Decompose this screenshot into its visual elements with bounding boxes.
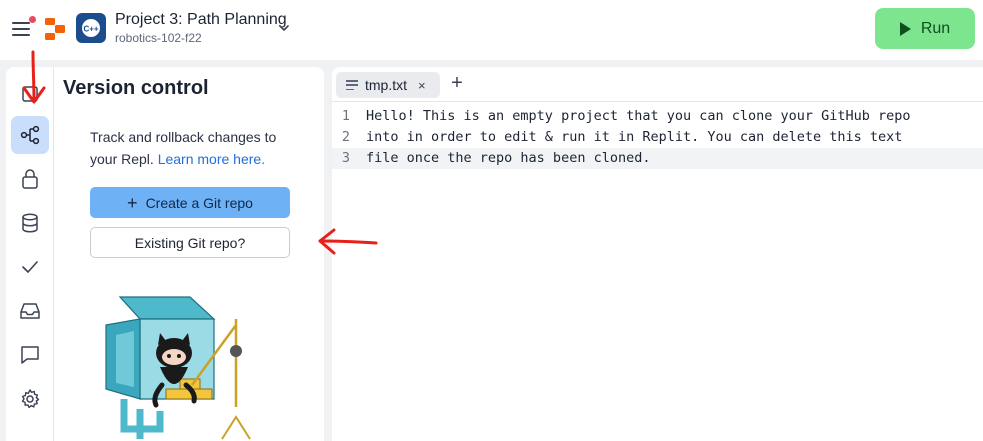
- learn-more-link[interactable]: Learn more here.: [158, 151, 265, 167]
- line-number: 3: [341, 150, 350, 166]
- run-button[interactable]: Run: [875, 8, 975, 49]
- line-text: file once the repo has been cloned.: [366, 150, 651, 166]
- create-git-repo-label: Create a Git repo: [145, 194, 253, 211]
- rail-item-version-control[interactable]: [11, 116, 49, 154]
- line-number: 2: [341, 129, 350, 145]
- close-icon[interactable]: ×: [418, 78, 426, 93]
- rail-item-chat[interactable]: [11, 336, 49, 374]
- replit-logo[interactable]: [43, 17, 67, 41]
- tool-rail: [6, 67, 54, 441]
- version-control-title: Version control: [63, 77, 209, 99]
- menu-icon-bar: [12, 34, 30, 36]
- plus-icon: +: [127, 192, 138, 213]
- rail-item-settings[interactable]: [11, 380, 49, 418]
- run-label: Run: [920, 19, 951, 37]
- existing-git-repo-label: Existing Git repo?: [134, 234, 246, 251]
- editor-tab-tmp-txt[interactable]: tmp.txt ×: [336, 72, 440, 98]
- menu-icon-bar: [12, 28, 30, 30]
- tab-label: tmp.txt: [365, 77, 408, 93]
- svg-text:C++: C++: [83, 25, 98, 34]
- editor-pane: tmp.txt × + 1 Hello! This is an empty pr…: [332, 67, 983, 441]
- rail-item-tests[interactable]: [11, 248, 49, 286]
- rail-item-secrets[interactable]: [11, 160, 49, 198]
- menu-button[interactable]: [12, 16, 36, 38]
- check-icon: [22, 261, 38, 273]
- line-number: 1: [341, 108, 350, 124]
- text-file-icon: [346, 80, 358, 90]
- rail-item-packages[interactable]: [11, 292, 49, 330]
- notification-dot: [29, 16, 36, 23]
- add-tab-button[interactable]: +: [446, 73, 468, 95]
- file-icon: [22, 86, 38, 102]
- rail-item-database[interactable]: [11, 204, 49, 242]
- cpp-language-icon: C++: [76, 13, 106, 43]
- octocat-illustration: [105, 296, 251, 440]
- rail-item-files[interactable]: [11, 75, 49, 113]
- git-branch-icon: [20, 125, 40, 145]
- gear-icon: [21, 389, 40, 409]
- menu-icon: [12, 22, 30, 24]
- lock-icon: [22, 169, 38, 189]
- existing-git-repo-button[interactable]: Existing Git repo?: [90, 227, 290, 258]
- version-control-panel: Version control Track and rollback chang…: [6, 67, 324, 441]
- line-text: Hello! This is an empty project that you…: [366, 108, 911, 124]
- code-line: 2 into in order to edit & run it in Repl…: [332, 127, 983, 148]
- top-bar: C++ Project 3: Path Planning robotics-10…: [0, 0, 983, 60]
- editor-tab-bar: tmp.txt × +: [332, 67, 983, 102]
- project-subtitle: robotics-102-f22: [115, 31, 202, 45]
- chat-icon: [21, 346, 39, 364]
- code-line-current: 3 file once the repo has been cloned.: [332, 148, 983, 169]
- inbox-icon: [20, 303, 40, 319]
- database-icon: [22, 213, 38, 233]
- version-control-description: Track and rollback changes to your Repl.…: [90, 126, 290, 170]
- line-text: into in order to edit & run it in Replit…: [366, 129, 903, 145]
- project-title[interactable]: Project 3: Path Planning: [115, 11, 287, 29]
- code-area[interactable]: 1 Hello! This is an empty project that y…: [332, 106, 983, 169]
- create-git-repo-button[interactable]: + Create a Git repo: [90, 187, 290, 218]
- chevron-down-icon[interactable]: [276, 20, 292, 36]
- play-icon: [899, 21, 911, 36]
- code-line: 1 Hello! This is an empty project that y…: [332, 106, 983, 127]
